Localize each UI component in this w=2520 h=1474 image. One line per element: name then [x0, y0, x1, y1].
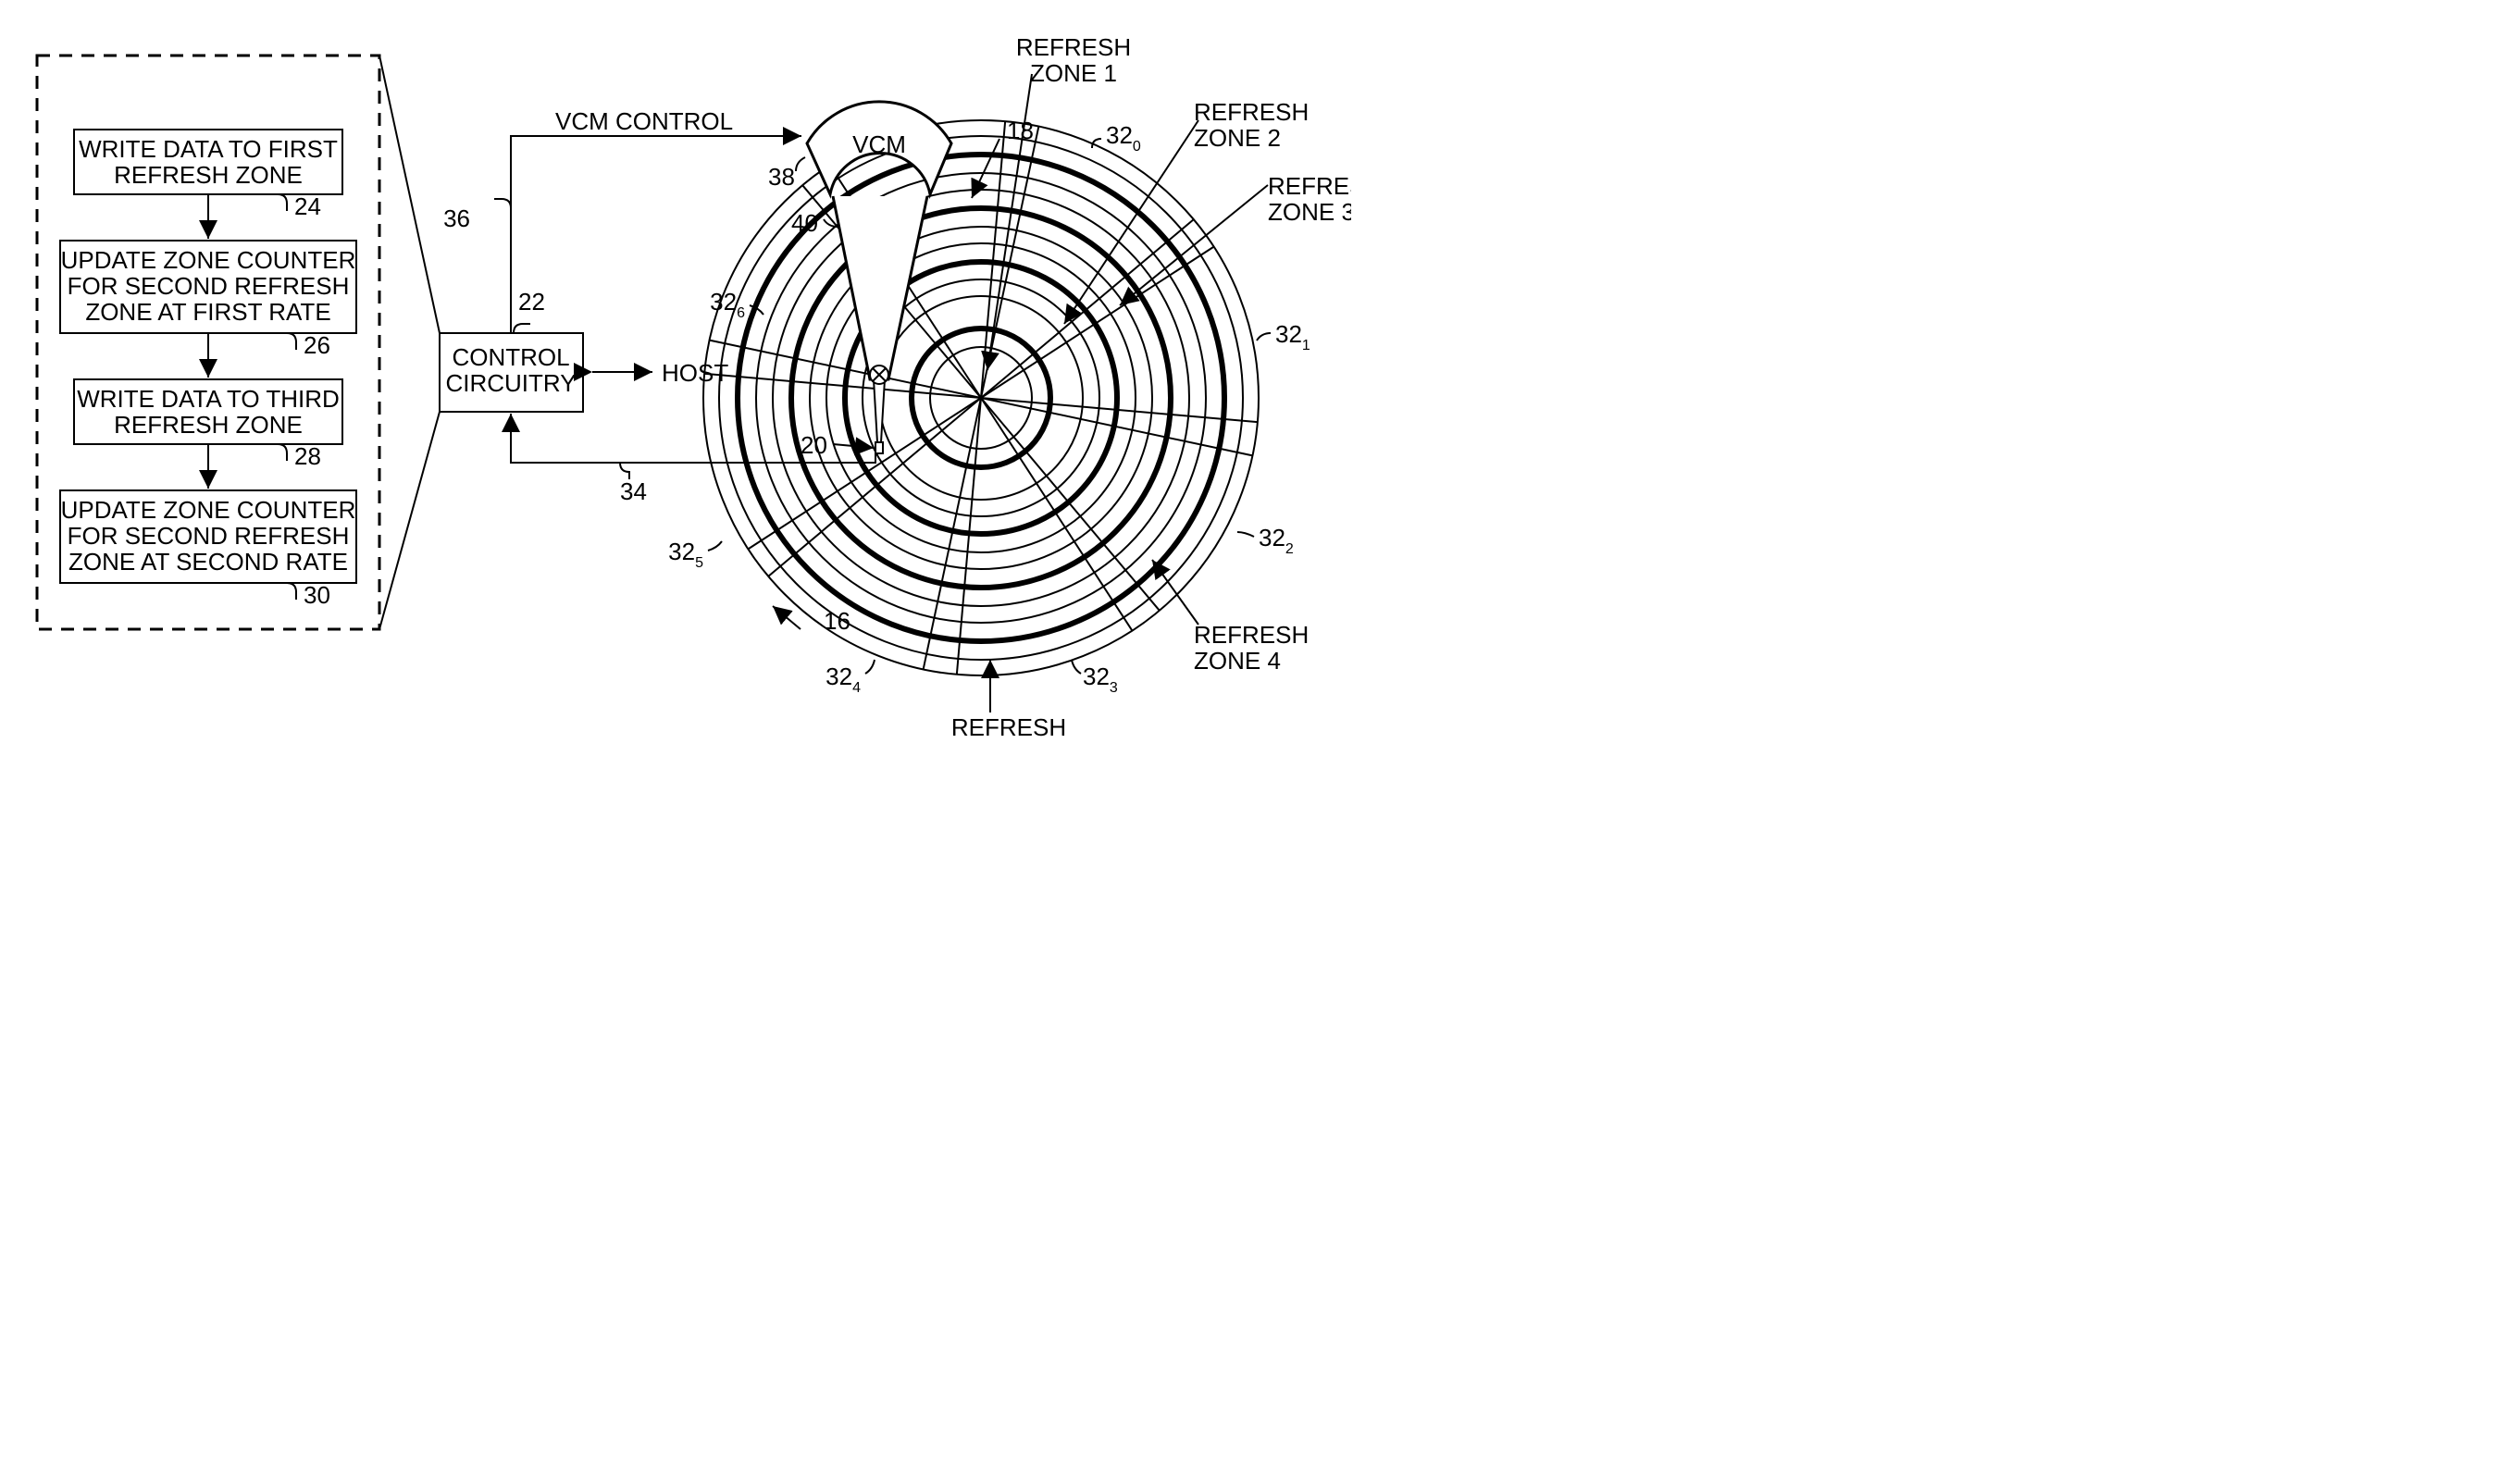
flow-step2-text: UPDATE ZONE COUNTER	[61, 246, 356, 274]
flow-ref-24: 24	[294, 192, 321, 220]
flow-ref-28: 28	[294, 442, 321, 470]
ref-20: 20	[801, 431, 827, 459]
ref-34: 34	[620, 477, 647, 505]
zone2-label: REFRESH	[1194, 98, 1309, 126]
vcm-control-line: VCM CONTROL 36	[443, 107, 801, 333]
flow-step1-line1: WRITE DATA TO FIRST	[79, 135, 338, 163]
ref-16: 16	[824, 607, 850, 635]
s326s: 6	[737, 305, 745, 321]
flow-step4-text: UPDATE ZONE COUNTER	[61, 496, 356, 524]
svg-text:323: 323	[1083, 663, 1118, 696]
disk: REFRESHZONE 1 REFRESHZONE 2 REFRESHZONE …	[668, 33, 1351, 740]
host-link: HOST	[592, 359, 728, 387]
flow-step4: UPDATE ZONE COUNTERFOR SECOND REFRESHZON…	[60, 490, 356, 609]
control-ref-22: 22	[518, 288, 545, 316]
ref-18: 18	[1007, 117, 1034, 144]
s325s: 5	[695, 555, 703, 571]
s321: 32	[1275, 320, 1302, 348]
svg-text:UPDATE ZONE COUNTERFOR SECOND: UPDATE ZONE COUNTERFOR SECOND REFRESHZON…	[61, 496, 356, 576]
svg-text:REFRESHZONE 2: REFRESHZONE 2	[1194, 98, 1309, 152]
ref-36: 36	[443, 204, 470, 232]
svg-text:321: 321	[1275, 320, 1310, 353]
s321s: 1	[1302, 338, 1310, 353]
zone1-label: REFRESH	[1016, 33, 1131, 61]
zone3-label: REFRESH	[1268, 172, 1351, 200]
flow-step3-text: WRITE DATA TO THIRD	[77, 385, 340, 413]
svg-text:REFRESHZONE 4: REFRESHZONE 4	[1194, 621, 1309, 675]
svg-text:WRITE DATA TO THIRDREFRESH ZON: WRITE DATA TO THIRDREFRESH ZONE	[77, 385, 340, 439]
diagram: WRITE DATA TO FIRSTREFRESH ZONE 24 UPDAT…	[0, 0, 1351, 740]
svg-text:322: 322	[1259, 524, 1294, 557]
svg-text:320: 320	[1106, 121, 1141, 155]
vcm-label: VCM	[852, 130, 906, 158]
svg-text:WRITE DATA TO FIRSTREFRESH ZON: WRITE DATA TO FIRSTREFRESH ZONE	[79, 135, 338, 189]
s325: 32	[668, 538, 695, 565]
ref-38: 38	[768, 163, 795, 191]
svg-text:REFRESHZONE N: REFRESHZONE N	[951, 713, 1066, 740]
sector-labels: 320 321 322 323 324 325 326 32N	[668, 117, 1310, 696]
control-label: CONTROL	[452, 343, 569, 371]
svg-text:324: 324	[826, 663, 861, 696]
s322: 32	[1259, 524, 1285, 551]
s324s: 4	[852, 680, 861, 696]
svg-text:CONTROLCIRCUITRY: CONTROLCIRCUITRY	[445, 343, 576, 397]
vcm-control-label: VCM CONTROL	[555, 107, 733, 135]
zone4-label: REFRESH	[1194, 621, 1309, 649]
vcm-assembly: VCM 38 40 20	[768, 102, 951, 459]
s326: 32	[710, 288, 737, 316]
svg-text:REFRESHZONE 3: REFRESHZONE 3	[1268, 172, 1351, 226]
ref-40: 40	[791, 209, 818, 237]
flow-ref-26: 26	[304, 331, 330, 359]
s322s: 2	[1285, 541, 1294, 557]
flow-ref-30: 30	[304, 581, 330, 609]
svg-text:325: 325	[668, 538, 703, 571]
svg-text:UPDATE ZONE COUNTERFOR SECOND: UPDATE ZONE COUNTERFOR SECOND REFRESHZON…	[61, 246, 356, 326]
s323s: 3	[1110, 680, 1118, 696]
zonen-label: REFRESH	[951, 713, 1066, 740]
s323: 32	[1083, 663, 1110, 690]
s324: 32	[826, 663, 852, 690]
svg-text:REFRESHZONE 1: REFRESHZONE 1	[1016, 33, 1131, 87]
s320s: 0	[1133, 139, 1141, 155]
s320: 32	[1106, 121, 1133, 149]
